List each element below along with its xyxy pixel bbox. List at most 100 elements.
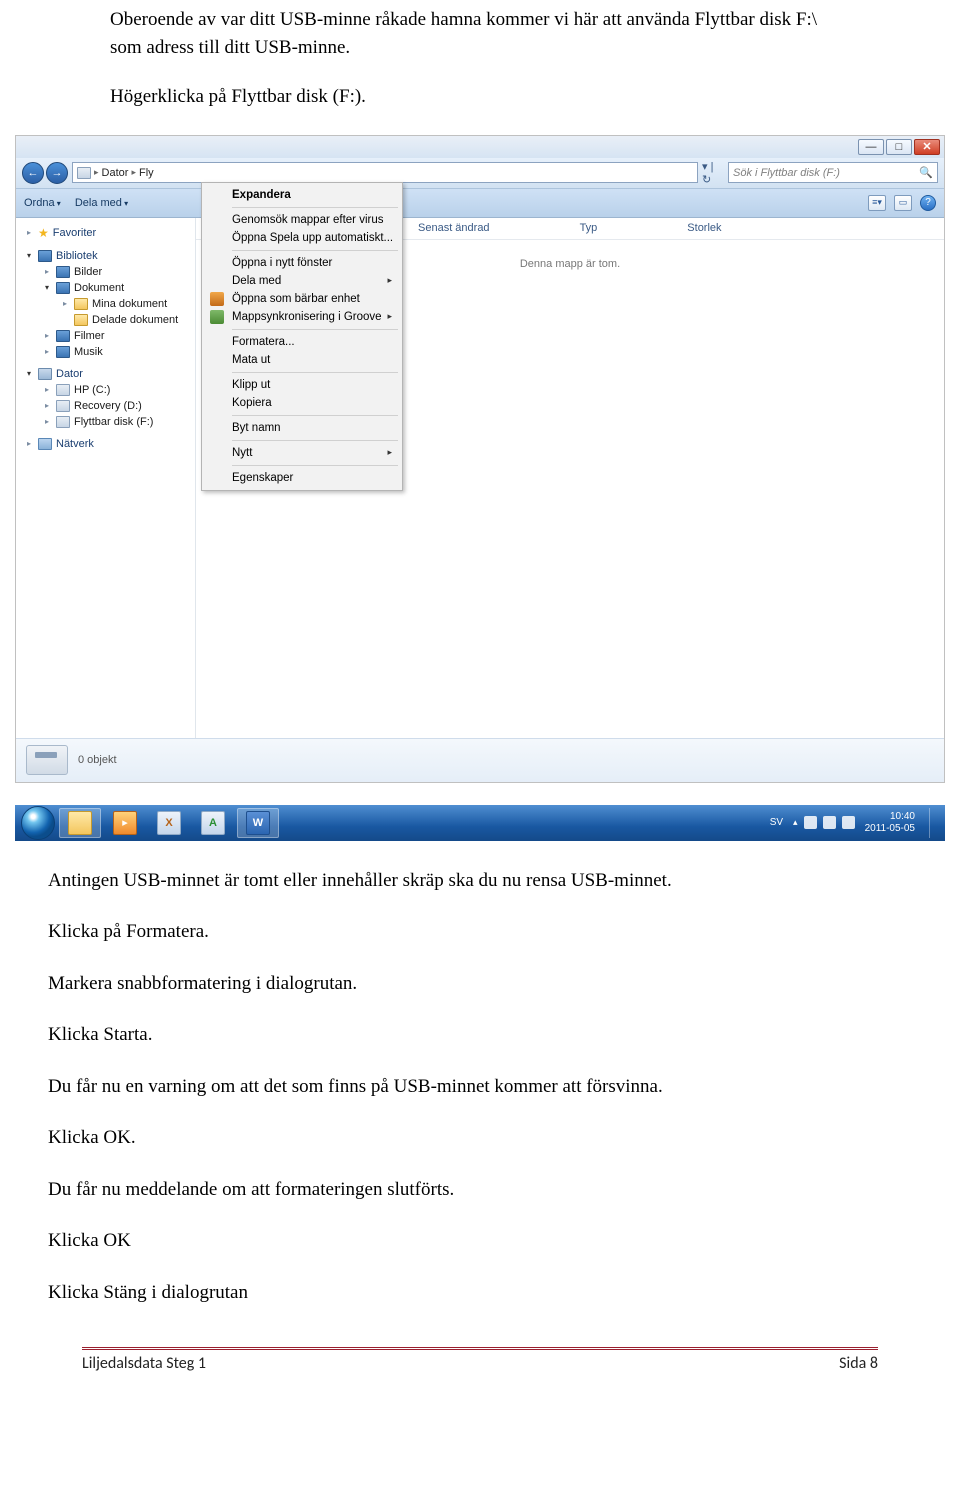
tray-chevron-icon[interactable]: ▴: [793, 817, 798, 828]
taskbar-item-app1[interactable]: X: [149, 808, 189, 838]
chevron-right-icon: ▸: [94, 167, 99, 178]
drive-icon: [56, 416, 70, 428]
sidebar-item-documents[interactable]: Dokument: [74, 282, 124, 294]
ctx-rename[interactable]: Byt namn: [204, 419, 400, 437]
sidebar-item-favorites[interactable]: Favoriter: [53, 227, 96, 239]
ctx-expand[interactable]: Expandera: [204, 186, 400, 204]
intro-paragraph-1: Oberoende av var ditt USB-minne råkade h…: [110, 6, 850, 61]
tray-volume-icon[interactable]: [842, 816, 855, 829]
footer-right: Sida 8: [839, 1354, 878, 1373]
ctx-scan[interactable]: Genomsök mappar efter virus: [204, 211, 400, 229]
address-bar: ← → ▸ Dator ▸ Fly ▾ | ↻ Sök i Flyttbar d…: [16, 158, 944, 188]
taskbar-item-app2[interactable]: A: [193, 808, 233, 838]
ctx-share-with[interactable]: Dela med: [204, 272, 400, 290]
body-paragraph-9: Klicka Stäng i dialogrutan: [48, 1279, 850, 1307]
column-modified[interactable]: Senast ändrad: [418, 222, 490, 234]
clock-time: 10:40: [865, 811, 915, 823]
body-paragraph-5: Du får nu en varning om att det som finn…: [48, 1073, 850, 1101]
ctx-properties[interactable]: Egenskaper: [204, 469, 400, 487]
sidebar-item-network[interactable]: Nätverk: [56, 438, 94, 450]
intro-paragraph-2: Högerklicka på Flyttbar disk (F:).: [110, 83, 850, 111]
sidebar-item-computer[interactable]: Dator: [56, 368, 83, 380]
status-bar: 0 objekt: [16, 738, 944, 782]
folder-icon: [74, 314, 88, 326]
tray-icon[interactable]: [823, 816, 836, 829]
ctx-format[interactable]: Formatera...: [204, 333, 400, 351]
footer-left: Liljedalsdata Steg 1: [82, 1354, 206, 1373]
window-titlebar: — □ ✕: [16, 136, 944, 158]
explorer-toolbar: Ordna Dela med ≡▾ ▭ ?: [16, 188, 944, 218]
word-icon: W: [246, 811, 270, 835]
nav-back-button[interactable]: ←: [22, 162, 44, 184]
body-paragraph-2: Klicka på Formatera.: [48, 918, 850, 946]
body-paragraph-6: Klicka OK.: [48, 1124, 850, 1152]
computer-icon: [38, 368, 52, 380]
ctx-new-window[interactable]: Öppna i nytt fönster: [204, 254, 400, 272]
sidebar-item-drive-d[interactable]: Recovery (D:): [74, 400, 142, 412]
column-size[interactable]: Storlek: [687, 222, 721, 234]
minimize-button[interactable]: —: [858, 139, 884, 155]
breadcrumb-seg-2[interactable]: Fly: [139, 167, 154, 179]
preview-pane-button[interactable]: ▭: [894, 195, 912, 211]
column-type[interactable]: Typ: [580, 222, 598, 234]
ctx-cut[interactable]: Klipp ut: [204, 376, 400, 394]
close-button[interactable]: ✕: [914, 139, 940, 155]
body-paragraph-4: Klicka Starta.: [48, 1021, 850, 1049]
breadcrumb[interactable]: ▸ Dator ▸ Fly: [72, 162, 698, 183]
chevron-right-icon: ▸: [131, 167, 136, 178]
portable-device-icon: [210, 292, 224, 306]
status-text: 0 objekt: [78, 754, 117, 766]
nav-forward-button[interactable]: →: [46, 162, 68, 184]
drive-icon: [56, 400, 70, 412]
ctx-open-portable[interactable]: Öppna som bärbar enhet: [204, 290, 400, 308]
app-icon: A: [201, 811, 225, 835]
library-icon: [56, 282, 70, 294]
view-options-button[interactable]: ≡▾: [868, 195, 886, 211]
share-with-button[interactable]: Dela med: [75, 197, 128, 209]
maximize-button[interactable]: □: [886, 139, 912, 155]
system-tray: SV ▴ 10:40 2011-05-05: [770, 808, 939, 838]
tray-icon[interactable]: [804, 816, 817, 829]
library-icon: [56, 346, 70, 358]
sidebar-item-music[interactable]: Musik: [74, 346, 103, 358]
sidebar-item-libraries[interactable]: Bibliotek: [56, 250, 98, 262]
sidebar-item-videos[interactable]: Filmer: [74, 330, 105, 342]
help-button[interactable]: ?: [920, 195, 936, 211]
explorer-screenshot: — □ ✕ ← → ▸ Dator ▸ Fly ▾ | ↻ Sök i Flyt…: [15, 135, 945, 783]
ctx-copy[interactable]: Kopiera: [204, 394, 400, 412]
taskbar: ▸ X A W SV ▴ 10:40 2011-05-05: [15, 805, 945, 841]
sidebar-item-drive-f[interactable]: Flyttbar disk (F:): [74, 416, 153, 428]
folder-icon: [74, 298, 88, 310]
taskbar-item-word[interactable]: W: [237, 808, 279, 838]
organize-button[interactable]: Ordna: [24, 197, 61, 209]
navigation-pane: ★ Favoriter Bibliotek Bilder Dokument Min…: [16, 218, 196, 738]
taskbar-clock[interactable]: 10:40 2011-05-05: [865, 811, 915, 835]
sidebar-item-drive-c[interactable]: HP (C:): [74, 384, 110, 396]
search-placeholder: Sök i Flyttbar disk (F:): [733, 167, 840, 179]
library-icon: [56, 330, 70, 342]
taskbar-item-media[interactable]: ▸: [105, 808, 145, 838]
language-indicator[interactable]: SV: [770, 817, 783, 828]
ctx-autoplay[interactable]: Öppna Spela upp automatiskt...: [204, 229, 400, 247]
folder-icon: [68, 811, 92, 835]
show-desktop-button[interactable]: [929, 808, 939, 838]
page-footer: Liljedalsdata Steg 1 Sida 8: [82, 1347, 878, 1373]
groove-sync-icon: [210, 310, 224, 324]
ctx-groove-sync[interactable]: Mappsynkronisering i Groove: [204, 308, 400, 326]
media-player-icon: ▸: [113, 811, 137, 835]
app-icon: X: [157, 811, 181, 835]
refresh-split-button[interactable]: ▾ | ↻: [702, 160, 724, 186]
sidebar-item-mydocs[interactable]: Mina dokument: [92, 298, 167, 310]
sidebar-item-shareddocs[interactable]: Delade dokument: [92, 314, 178, 326]
body-paragraph-7: Du får nu meddelande om att formateringe…: [48, 1176, 850, 1204]
network-icon: [38, 438, 52, 450]
taskbar-item-explorer[interactable]: [59, 808, 101, 838]
body-paragraph-8: Klicka OK: [48, 1227, 850, 1255]
ctx-new[interactable]: Nytt: [204, 444, 400, 462]
breadcrumb-seg-1[interactable]: Dator: [102, 167, 129, 179]
sidebar-item-pictures[interactable]: Bilder: [74, 266, 102, 278]
start-button[interactable]: [21, 806, 55, 840]
star-icon: ★: [38, 226, 49, 240]
ctx-eject[interactable]: Mata ut: [204, 351, 400, 369]
search-input[interactable]: Sök i Flyttbar disk (F:) 🔍: [728, 162, 938, 183]
